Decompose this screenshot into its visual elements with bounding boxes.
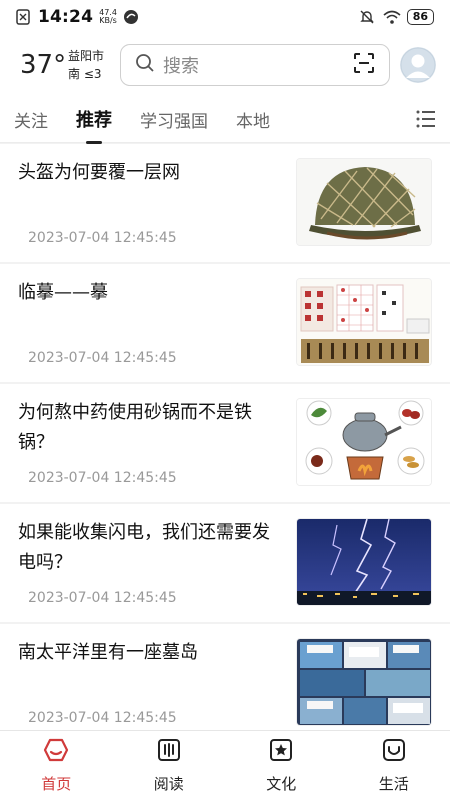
article-thumbnail-herbal-pot [296,398,432,486]
book-icon [156,737,182,767]
scan-icon[interactable] [353,52,375,78]
status-bar: 14:24 47.4 KB/s 86 [0,0,450,34]
article-thumbnail-comic [296,638,432,726]
article-title: 如果能收集闪电，我们还需要发电吗？ [18,522,270,573]
nav-life-label: 生活 [378,775,409,793]
mute-bell-icon [359,9,375,25]
list-item[interactable]: 南太平洋里有一座墓岛 2023-07-04 12:45:45 [0,624,450,730]
tab-recommend[interactable]: 推荐 [76,106,112,144]
article-date: 2023-07-04 12:45:45 [28,350,177,366]
article-title: 为何熬中药使用砂锅而不是铁锅？ [18,402,252,453]
tab-xuexi-qiangguo[interactable]: 学习强国 [140,107,208,132]
bottom-navigation: 首页 阅读 文化 生活 [0,730,450,800]
search-box[interactable]: 搜索 [120,44,390,86]
menu-list-icon[interactable] [416,110,436,132]
nav-home-label: 首页 [41,775,72,793]
nav-read[interactable]: 阅读 [113,731,226,800]
list-item[interactable]: 如果能收集闪电，我们还需要发电吗？ 2023-07-04 12:45:45 [0,504,450,622]
sim-icon [16,9,32,25]
network-speed: 47.4 KB/s [99,9,117,25]
list-item[interactable]: 为何熬中药使用砂锅而不是铁锅？ 2023-07-04 12:45:45 [0,384,450,502]
news-feed: 头盔为何要覆一层网 2023-07-04 12:45:45 临摹——摹 2023… [0,144,450,730]
article-thumbnail-helmet [296,158,432,246]
nav-culture-label: 文化 [266,775,297,793]
article-title: 头盔为何要覆一层网 [18,162,180,183]
article-title: 南太平洋里有一座墓岛 [18,642,198,663]
network-speed-unit: KB/s [99,16,117,25]
article-date: 2023-07-04 12:45:45 [28,230,177,246]
tab-local[interactable]: 本地 [236,107,270,132]
app-notification-icon [123,9,139,25]
city-name: 益阳市 [68,49,105,63]
article-date: 2023-07-04 12:45:45 [28,590,177,606]
home-icon [43,737,69,767]
article-date: 2023-07-04 12:45:45 [28,710,177,726]
culture-icon [268,737,294,767]
article-title: 临摹——摹 [18,282,108,303]
nav-home[interactable]: 首页 [0,731,113,800]
search-icon [135,53,155,77]
weather-temperature[interactable]: 37° [20,50,66,80]
list-item[interactable]: 头盔为何要覆一层网 2023-07-04 12:45:45 [0,144,450,262]
life-icon [381,737,407,767]
weather-location[interactable]: 益阳市 南 ≤3 [68,47,120,83]
nav-read-label: 阅读 [153,775,184,793]
nav-culture[interactable]: 文化 [225,731,338,800]
tab-follow[interactable]: 关注 [14,107,48,132]
article-thumbnail-calligraphy [296,278,432,366]
wifi-icon [383,9,401,25]
battery-indicator: 86 [406,9,434,25]
status-time: 14:24 [38,7,94,27]
article-date: 2023-07-04 12:45:45 [28,470,177,486]
article-thumbnail-lightning [296,518,432,606]
list-item[interactable]: 临摹——摹 2023-07-04 12:45:45 [0,264,450,382]
avatar[interactable] [400,47,436,83]
nav-life[interactable]: 生活 [338,731,450,800]
search-placeholder: 搜索 [163,56,199,77]
wind-info: 南 ≤3 [68,67,102,81]
category-tabs: 关注 推荐 学习强国 本地 [0,96,450,144]
top-header: 37° 益阳市 南 ≤3 搜索 [0,34,450,96]
